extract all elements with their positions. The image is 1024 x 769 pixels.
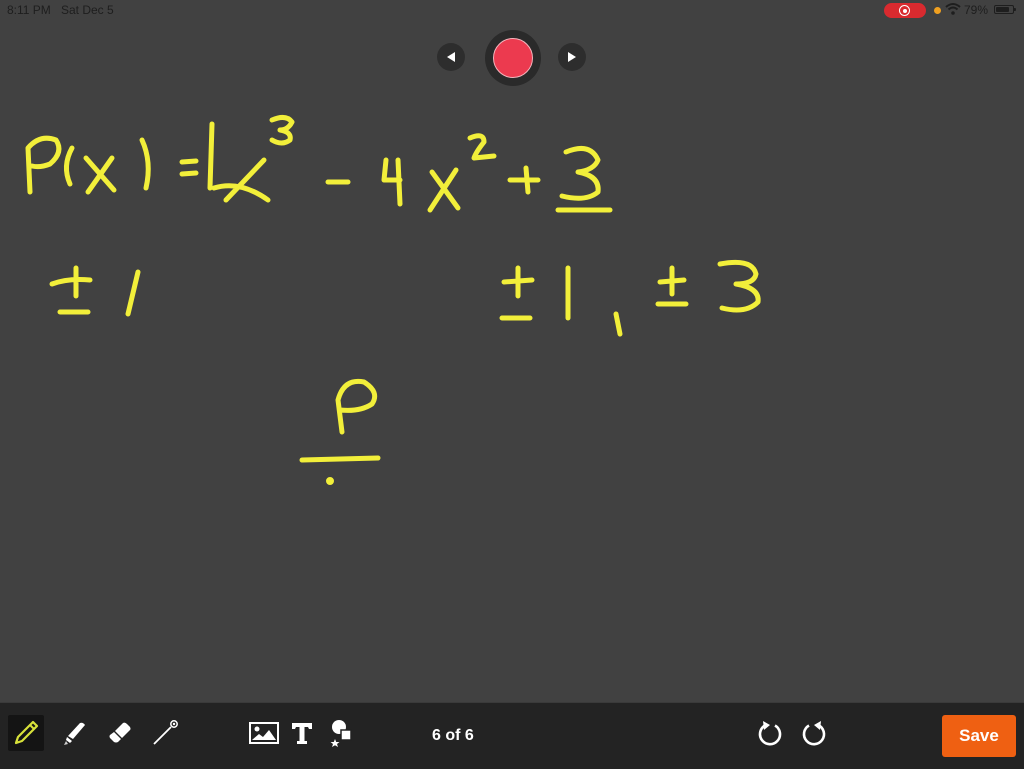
shapes-icon (330, 720, 352, 747)
bottom-toolbar: 6 of 6 Save (0, 702, 1024, 769)
ink-open-paren (64, 145, 75, 187)
status-date: Sat Dec 5 (61, 3, 114, 17)
status-time: 8:11 PM (7, 3, 51, 17)
ink-P (25, 135, 62, 195)
record-button[interactable] (485, 30, 541, 86)
ink-x-big (211, 157, 271, 203)
ink-close-paren (139, 137, 151, 191)
drawing-canvas[interactable] (0, 90, 1024, 700)
text-tool-button[interactable] (284, 715, 320, 751)
battery-percent: 79% (964, 3, 989, 17)
ink-3 (559, 145, 601, 201)
laser-pointer-tool-button[interactable] (146, 715, 182, 751)
highlighter-tool-button[interactable] (55, 715, 91, 751)
battery-icon (994, 5, 1016, 14)
page-indicator: 6 of 6 (432, 727, 474, 744)
ink-x2 (427, 167, 461, 213)
handwriting-line-1 (25, 114, 613, 213)
ink-exp-3 (269, 114, 295, 146)
text-icon (292, 723, 312, 744)
laser-pointer-icon (153, 720, 178, 745)
pen-tool-button[interactable] (8, 715, 44, 751)
ink-equals (179, 158, 199, 177)
record-icon (493, 38, 533, 78)
status-bar: 8:11 PM Sat Dec 5 79% (0, 0, 1024, 20)
save-button[interactable]: Save (942, 715, 1016, 757)
screen-recording-icon[interactable] (884, 3, 926, 18)
handwriting-factors-of-leading (49, 265, 141, 317)
shapes-tool-button[interactable] (323, 715, 359, 751)
redo-icon (802, 721, 826, 746)
highlighter-icon (64, 722, 85, 745)
ink-x (83, 155, 117, 195)
image-icon (249, 722, 279, 744)
insert-image-button[interactable] (246, 715, 282, 751)
eraser-tool-button[interactable] (100, 715, 136, 751)
ink-1 (207, 121, 215, 191)
handwriting-fraction (299, 378, 381, 485)
wifi-icon (945, 3, 961, 15)
handwriting-factors-of-constant (499, 259, 761, 337)
previous-page-button[interactable] (437, 43, 465, 71)
ink-4 (381, 157, 403, 207)
undo-icon (758, 721, 782, 746)
undo-button[interactable] (752, 715, 788, 751)
triangle-left-icon (447, 52, 455, 62)
eraser-icon (109, 722, 131, 743)
triangle-right-icon (568, 52, 576, 62)
redo-button[interactable] (796, 715, 832, 751)
ink-exp-2 (467, 133, 497, 161)
pencil-icon (14, 720, 39, 745)
next-page-button[interactable] (558, 43, 586, 71)
ink-plus (507, 165, 541, 195)
orange-dot-indicator (934, 7, 941, 14)
